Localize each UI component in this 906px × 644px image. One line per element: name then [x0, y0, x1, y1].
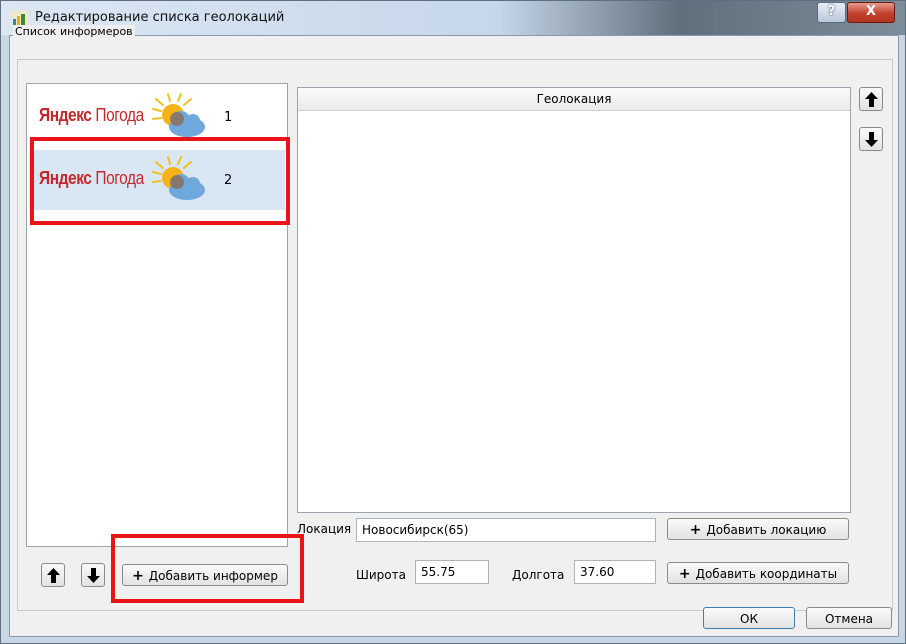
plus-icon: +	[678, 566, 691, 582]
help-button[interactable]: ?	[817, 2, 846, 23]
cancel-button[interactable]: Отмена	[806, 607, 892, 629]
close-button[interactable]: X	[847, 2, 895, 23]
informer-move-down-button[interactable]	[81, 563, 105, 587]
add-coordinates-button[interactable]: + Добавить координаты	[667, 562, 849, 584]
plus-icon: +	[689, 522, 702, 538]
add-location-button[interactable]: + Добавить локацию	[667, 518, 849, 540]
move-up-button[interactable]	[859, 87, 883, 111]
dialog-window: Редактирование списка геолокаций ? X Спи…	[0, 0, 906, 644]
highlight-box-add-informer	[111, 534, 304, 603]
longitude-field[interactable]: 37.60	[574, 560, 656, 584]
move-down-button[interactable]	[859, 127, 883, 151]
arrow-up-icon	[47, 568, 60, 583]
longitude-label: Долгота	[512, 568, 565, 582]
informer-number: 1	[224, 110, 233, 125]
arrow-down-icon	[865, 132, 878, 147]
latitude-label: Широта	[356, 568, 406, 582]
group-title: Список информеров	[13, 25, 135, 38]
highlight-box-selected-informer	[30, 137, 290, 225]
arrow-down-icon	[87, 568, 100, 583]
location-label: Локация	[297, 522, 352, 536]
title-bar[interactable]: Редактирование списка геолокаций ? X	[1, 1, 905, 35]
location-field[interactable]: Новосибирск(65)	[356, 518, 656, 542]
ok-button[interactable]: ОК	[703, 607, 795, 629]
arrow-up-icon	[865, 92, 878, 107]
sun-cloud-icon	[152, 93, 205, 137]
column-header-geolocation[interactable]: Геолокация	[298, 88, 850, 111]
yandex-pogoda-logo: Яндекс Погода	[39, 105, 144, 125]
window-title: Редактирование списка геолокаций	[35, 10, 285, 25]
latitude-field[interactable]: 55.75	[415, 560, 489, 584]
informer-move-up-button[interactable]	[41, 563, 65, 587]
geolocation-table[interactable]: Геолокация	[297, 87, 851, 513]
